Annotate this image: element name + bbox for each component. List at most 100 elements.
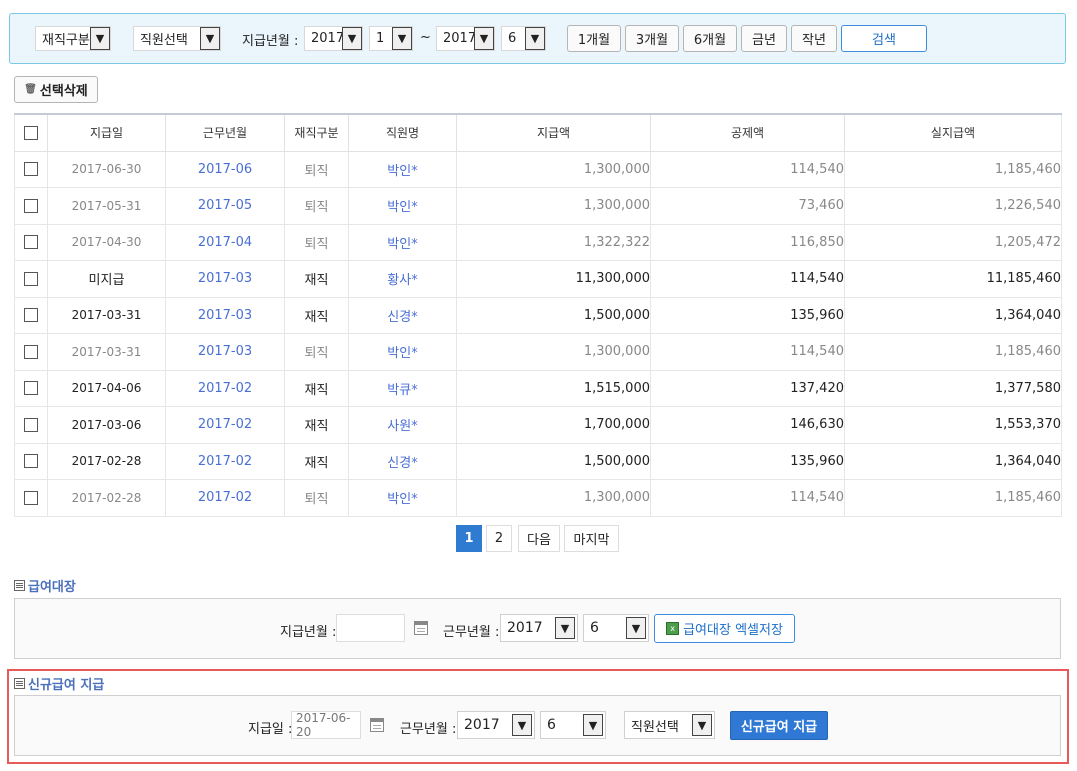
work-month-cell[interactable]: 2017-02 bbox=[165, 406, 285, 444]
employee-name-link[interactable]: 박인* bbox=[348, 333, 457, 371]
row-checkbox[interactable] bbox=[24, 162, 38, 177]
row-checkbox[interactable] bbox=[24, 454, 38, 469]
table-row[interactable]: 2017-03-31 2017-03 퇴직 박인* 1,300,000 114,540 1,… bbox=[14, 333, 1062, 371]
table-row[interactable]: 2017-03-31 2017-03 재직 신경* 1,500,000 135,960 1,… bbox=[14, 297, 1062, 334]
employee-name-link[interactable]: 박인* bbox=[348, 479, 457, 517]
ledger-section-title: 급여대장 bbox=[14, 576, 76, 595]
status-cell: 재직 bbox=[284, 443, 349, 480]
row-checkbox[interactable] bbox=[24, 417, 38, 432]
page-1-button[interactable]: 1 bbox=[456, 525, 482, 552]
col-header-amount[interactable]: 지급액 bbox=[456, 113, 651, 152]
ledger-month-select[interactable]: 6 ▼ bbox=[583, 614, 649, 642]
col-header-net[interactable]: 실지급액 bbox=[844, 113, 1062, 152]
ledger-excel-label: 급여대장 엑셀저장 bbox=[683, 623, 783, 638]
table-row[interactable]: 2017-06-30 2017-06 퇴직 박인* 1,300,000 114,540 1,… bbox=[14, 151, 1062, 188]
table-row[interactable]: 2017-04-30 2017-04 퇴직 박인* 1,322,322 116,850 1,… bbox=[14, 224, 1062, 261]
work-month-cell[interactable]: 2017-03 bbox=[165, 297, 285, 334]
pay-date-cell: 2017-05-31 bbox=[47, 187, 166, 225]
employee-name-link[interactable]: 사원* bbox=[348, 406, 457, 444]
row-checkbox[interactable] bbox=[24, 344, 38, 359]
to-year-select[interactable]: 2017 ▼ bbox=[436, 26, 495, 51]
employee-name-link[interactable]: 박큐* bbox=[348, 370, 457, 407]
table-row[interactable]: 2017-04-06 2017-02 재직 박큐* 1,515,000 137,420 1,… bbox=[14, 370, 1062, 407]
work-month-cell[interactable]: 2017-06 bbox=[165, 151, 285, 188]
row-checkbox-cell bbox=[14, 260, 48, 298]
deduction-cell: 137,420 bbox=[650, 370, 845, 407]
col-header-pay-date[interactable]: 지급일 bbox=[47, 113, 166, 152]
calendar-icon[interactable] bbox=[414, 621, 428, 635]
row-checkbox[interactable] bbox=[24, 490, 38, 505]
ledger-pay-month-input[interactable] bbox=[336, 614, 405, 642]
employee-name-link[interactable]: 박인* bbox=[348, 224, 457, 261]
deduction-cell: 114,540 bbox=[650, 260, 845, 298]
work-month-cell[interactable]: 2017-04 bbox=[165, 224, 285, 261]
col-header-work-month[interactable]: 근무년월 bbox=[165, 113, 285, 152]
delete-selected-button[interactable]: 🗑 선택삭제 bbox=[14, 76, 98, 103]
row-checkbox[interactable] bbox=[24, 235, 38, 250]
new-pay-month-select[interactable]: 6 ▼ bbox=[540, 711, 606, 739]
ledger-year-select[interactable]: 2017 ▼ bbox=[500, 614, 578, 642]
employee-name-link[interactable]: 황사* bbox=[348, 260, 457, 298]
table-row[interactable]: 미지급 2017-03 재직 황사* 11,300,000 114,540 11,185,4… bbox=[14, 260, 1062, 298]
new-pay-date-input[interactable]: 2017-06-20 bbox=[291, 711, 361, 739]
table-row[interactable]: 2017-02-28 2017-02 재직 신경* 1,500,000 135,960 1,… bbox=[14, 443, 1062, 480]
work-month-cell[interactable]: 2017-02 bbox=[165, 370, 285, 407]
row-checkbox-cell bbox=[14, 479, 48, 517]
employee-name-link[interactable]: 신경* bbox=[348, 297, 457, 334]
last-year-button[interactable]: 작년 bbox=[791, 25, 837, 52]
employee-name-link[interactable]: 박인* bbox=[348, 187, 457, 225]
search-button[interactable]: 검색 bbox=[841, 25, 927, 52]
row-checkbox[interactable] bbox=[24, 308, 38, 323]
this-year-button[interactable]: 금년 bbox=[741, 25, 787, 52]
col-header-name[interactable]: 직원명 bbox=[348, 113, 457, 152]
new-pay-submit-button[interactable]: 신규급여 지급 bbox=[730, 711, 828, 740]
row-checkbox[interactable] bbox=[24, 381, 38, 396]
period-6-month-button[interactable]: 6개월 bbox=[683, 25, 737, 52]
new-pay-year-select[interactable]: 2017 ▼ bbox=[457, 711, 535, 739]
period-3-month-button[interactable]: 3개월 bbox=[625, 25, 679, 52]
calendar-icon[interactable] bbox=[370, 718, 384, 732]
col-header-deduction[interactable]: 공제액 bbox=[650, 113, 845, 152]
work-month-cell[interactable]: 2017-03 bbox=[165, 333, 285, 371]
table-row[interactable]: 2017-02-28 2017-02 퇴직 박인* 1,300,000 114,540 1,… bbox=[14, 479, 1062, 517]
row-checkbox[interactable] bbox=[24, 271, 38, 286]
status-cell: 퇴직 bbox=[284, 224, 349, 261]
from-month-select[interactable]: 1 ▼ bbox=[369, 26, 413, 51]
from-year-select[interactable]: 2017 ▼ bbox=[304, 26, 363, 51]
deduction-cell: 116,850 bbox=[650, 224, 845, 261]
row-checkbox-cell bbox=[14, 370, 48, 407]
table-row[interactable]: 2017-05-31 2017-05 퇴직 박인* 1,300,000 73,460 1,2… bbox=[14, 187, 1062, 225]
status-select[interactable]: 재직구분 ▼ bbox=[35, 26, 111, 51]
pay-date-cell: 2017-04-30 bbox=[47, 224, 166, 261]
col-header-status[interactable]: 재직구분 bbox=[284, 113, 349, 152]
net-amount-cell: 1,185,460 bbox=[844, 479, 1062, 517]
work-month-cell[interactable]: 2017-05 bbox=[165, 187, 285, 225]
ledger-year-value: 2017 bbox=[507, 620, 543, 636]
ledger-excel-export-button[interactable]: x 급여대장 엑셀저장 bbox=[654, 614, 795, 643]
last-page-button[interactable]: 마지막 bbox=[564, 525, 619, 552]
work-month-cell[interactable]: 2017-03 bbox=[165, 260, 285, 298]
pay-date-cell: 2017-03-31 bbox=[47, 333, 166, 371]
chevron-down-icon: ▼ bbox=[392, 27, 412, 50]
row-checkbox[interactable] bbox=[24, 198, 38, 213]
employee-select[interactable]: 직원선택 ▼ bbox=[133, 26, 221, 51]
page-2-button[interactable]: 2 bbox=[486, 525, 512, 552]
row-checkbox-cell bbox=[14, 333, 48, 371]
table-row[interactable]: 2017-03-06 2017-02 재직 사원* 1,700,000 146,630 1,… bbox=[14, 406, 1062, 444]
employee-name-link[interactable]: 박인* bbox=[348, 151, 457, 188]
chevron-down-icon: ▼ bbox=[692, 714, 712, 736]
ledger-work-month-label: 근무년월 : bbox=[443, 625, 500, 640]
period-1-month-button[interactable]: 1개월 bbox=[567, 25, 621, 52]
range-tilde: ~ bbox=[420, 30, 431, 45]
chevron-down-icon: ▼ bbox=[342, 27, 362, 50]
work-month-cell[interactable]: 2017-02 bbox=[165, 479, 285, 517]
status-cell: 퇴직 bbox=[284, 333, 349, 371]
select-all-checkbox[interactable] bbox=[24, 126, 38, 140]
to-month-select[interactable]: 6 ▼ bbox=[501, 26, 546, 51]
new-pay-employee-select[interactable]: 직원선택 ▼ bbox=[624, 711, 715, 739]
row-checkbox-cell bbox=[14, 224, 48, 261]
amount-cell: 1,300,000 bbox=[456, 151, 651, 188]
work-month-cell[interactable]: 2017-02 bbox=[165, 443, 285, 480]
employee-name-link[interactable]: 신경* bbox=[348, 443, 457, 480]
next-page-button[interactable]: 다음 bbox=[518, 525, 560, 552]
